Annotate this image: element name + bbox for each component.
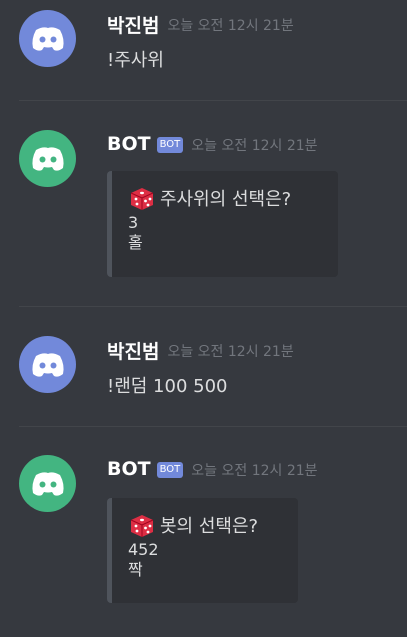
timestamp: 오늘 오전 12시 21분 [191,138,318,154]
dice-icon [130,515,154,537]
timestamp: 오늘 오전 12시 21분 [191,463,318,479]
message-divider [19,426,407,427]
bot-tag: BOT [156,137,184,153]
chat-message: 박진범 오늘 오전 12시 21분 !랜덤 100 500 [0,336,407,406]
embed-title-text: 주사위의 선택은? [160,189,292,210]
user-avatar[interactable] [19,10,76,67]
embed-title-text: 봇의 선택은? [160,516,259,537]
username[interactable]: BOT [107,458,151,480]
message-header: 박진범 오늘 오전 12시 21분 [107,336,294,364]
discord-logo-icon [31,146,64,171]
timestamp: 오늘 오전 12시 21분 [167,344,294,360]
embed-title: 봇의 선택은? [128,510,284,540]
timestamp: 오늘 오전 12시 21분 [167,18,294,34]
discord-logo-icon [31,26,64,51]
chat-message: BOT BOT 오늘 오전 12시 21분 주사위의 선택은? 3 홀 [0,130,407,280]
bot-tag: BOT [156,462,184,478]
bot-avatar[interactable] [19,130,76,187]
discord-logo-icon [31,471,64,496]
bot-avatar[interactable] [19,455,76,512]
embed: 주사위의 선택은? 3 홀 [107,171,338,277]
message-divider [19,306,407,307]
embed-result-parity: 홀 [128,233,143,252]
discord-logo-icon [31,352,64,377]
username[interactable]: 박진범 [107,11,159,38]
message-text: !주사위 [107,50,164,71]
chat-message-list: 박진범 오늘 오전 12시 21분 !주사위 BOT BOT 오늘 오전 12시… [0,0,407,637]
chat-message: BOT BOT 오늘 오전 12시 21분 봇의 선택은? 452 짝 [0,455,407,605]
message-header: 박진범 오늘 오전 12시 21분 [107,10,294,38]
username[interactable]: BOT [107,133,151,155]
message-header: BOT BOT 오늘 오전 12시 21분 [107,455,318,483]
embed: 봇의 선택은? 452 짝 [107,498,298,603]
embed-result-number: 452 [128,540,159,559]
embed-result-parity: 짝 [128,560,143,579]
embed-title: 주사위의 선택은? [128,183,324,213]
embed-result-number: 3 [128,213,139,232]
username[interactable]: 박진범 [107,337,159,364]
dice-icon [130,188,154,210]
message-text: !랜덤 100 500 [107,376,228,397]
message-header: BOT BOT 오늘 오전 12시 21분 [107,130,318,158]
message-divider [19,100,407,101]
user-avatar[interactable] [19,336,76,393]
chat-message: 박진범 오늘 오전 12시 21분 !주사위 [0,10,407,80]
